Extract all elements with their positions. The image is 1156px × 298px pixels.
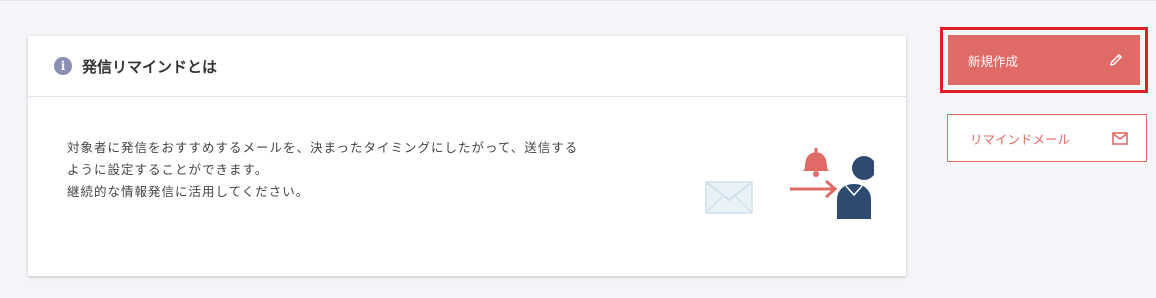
- arrow-right-icon: [790, 179, 838, 199]
- card-title: 発信リマインドとは: [82, 57, 218, 76]
- description-line-3: 継続的な情報発信に活用してください。: [67, 184, 310, 199]
- top-divider: [0, 0, 1156, 1]
- description-line-2: ように設定することができます。: [67, 162, 269, 177]
- description-line-1: 対象者に発信をおすすめするメールを、決まったタイミングにしたがって、送信する: [67, 140, 579, 155]
- mail-icon: [1112, 131, 1128, 145]
- envelope-icon: [705, 181, 753, 214]
- person-icon: [837, 156, 874, 219]
- remind-mail-button[interactable]: リマインドメール: [947, 114, 1147, 162]
- bell-icon: [803, 148, 829, 177]
- remind-info-card: i 発信リマインドとは 対象者に発信をおすすめするメールを、決まったタイミングに…: [28, 36, 906, 276]
- remind-mail-label: リマインドメール: [970, 131, 1071, 147]
- new-create-button-highlight: 新規作成: [940, 27, 1148, 93]
- description: 対象者に発信をおすすめするメールを、決まったタイミングにしたがって、送信する よ…: [67, 137, 667, 203]
- new-create-label: 新規作成: [968, 53, 1019, 69]
- info-icon: i: [54, 57, 72, 75]
- card-body: 対象者に発信をおすすめするメールを、決まったタイミングにしたがって、送信する よ…: [28, 97, 906, 276]
- remind-illustration: [705, 148, 874, 219]
- new-create-button[interactable]: 新規作成: [948, 35, 1140, 85]
- card-header: i 発信リマインドとは: [28, 36, 906, 97]
- pencil-icon: [1110, 54, 1122, 66]
